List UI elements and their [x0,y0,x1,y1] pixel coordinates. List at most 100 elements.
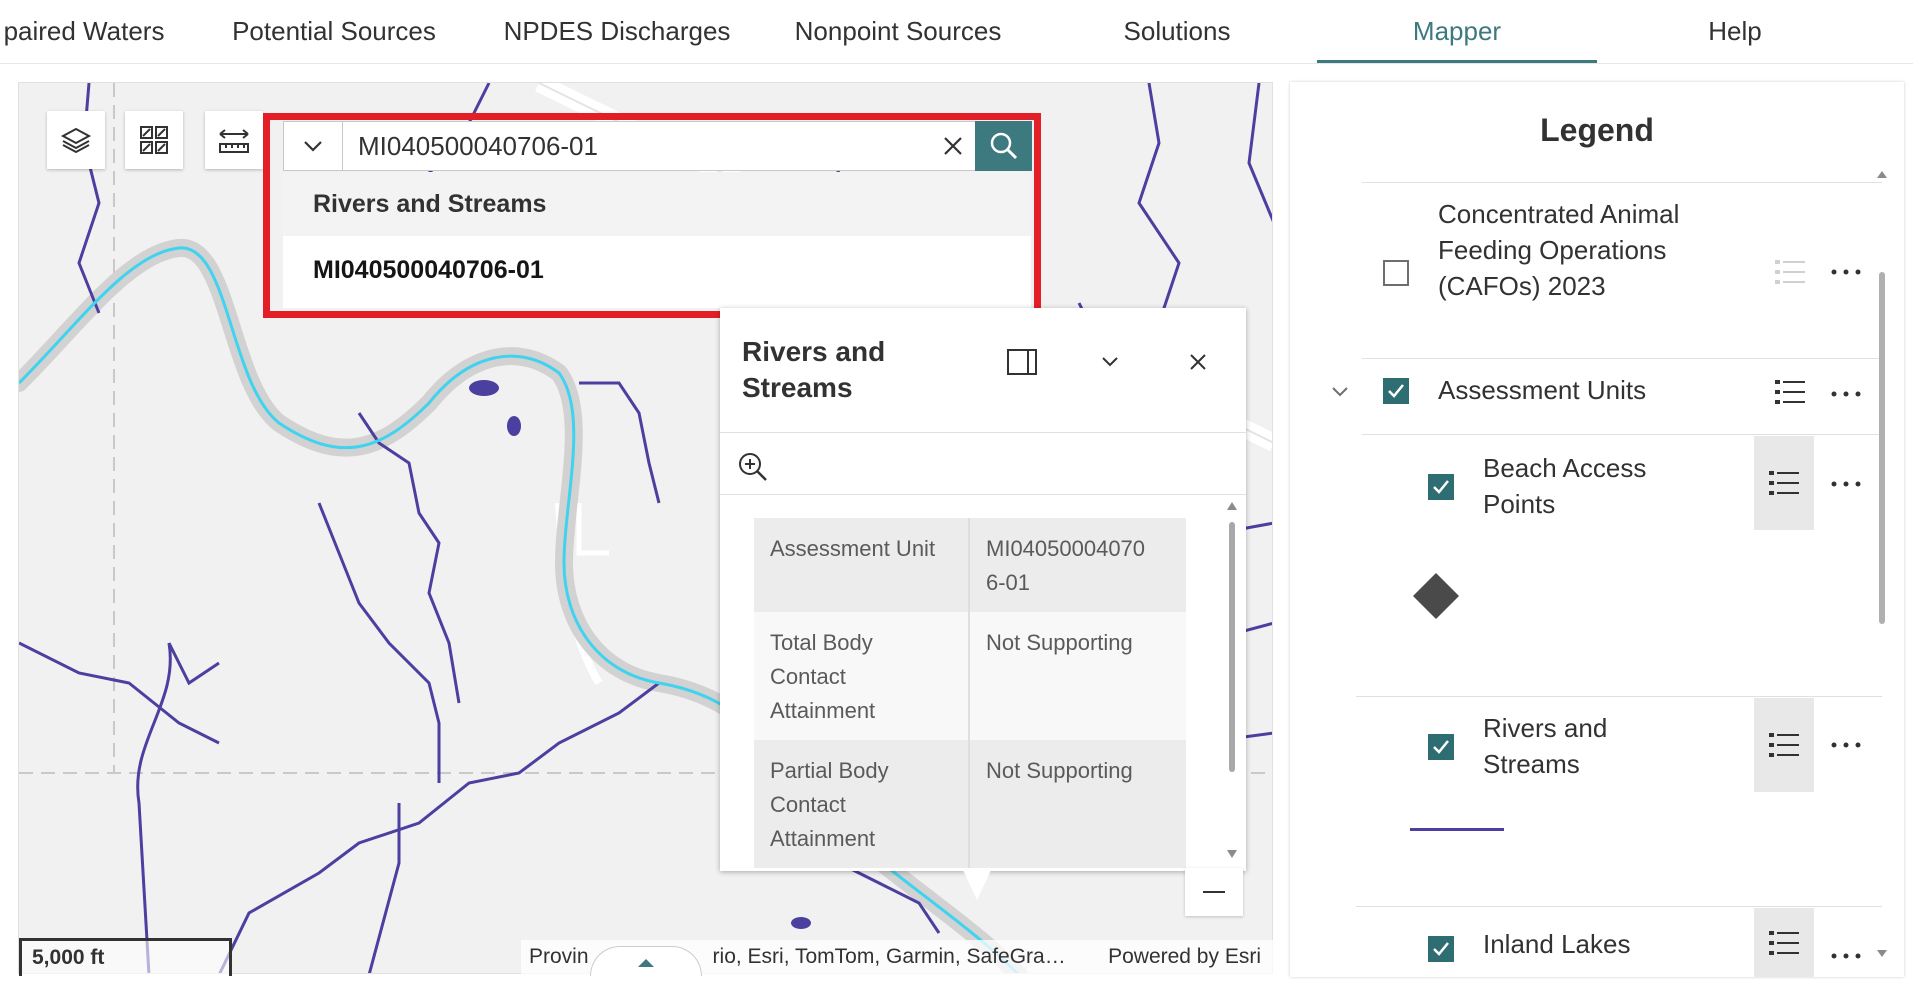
legend-title: Legend [1540,112,1654,148]
zoom-to-button[interactable] [736,450,770,489]
inland-lakes-legend-button[interactable] [1754,908,1814,977]
checkmark-icon [1433,480,1449,494]
popup-scrollbar[interactable] [1227,500,1237,860]
suggestion-group-header: Rivers and Streams [283,172,1031,236]
basemap-gallery-icon [140,126,168,154]
list-icon [1769,733,1799,757]
list-icon [1775,380,1805,404]
attribute-value: MI04050004070 6-01 [969,518,1186,612]
nav-nonpoint-sources[interactable]: Nonpoint Sources [788,0,1008,63]
attribution-text: Provin [529,945,589,968]
popup-close-button[interactable] [1180,344,1216,380]
search-clear-button[interactable] [929,122,977,170]
assessment-units-checkbox[interactable] [1383,378,1409,404]
more-icon [1831,953,1861,959]
beach-access-checkbox[interactable] [1428,474,1454,500]
legend-divider [1362,182,1882,183]
checkmark-icon [1433,942,1449,956]
rivers-checkbox[interactable] [1428,734,1454,760]
layer-label-inland-lakes: Inland Lakes [1483,929,1631,959]
beach-access-more-button[interactable] [1826,466,1866,502]
feature-popup: Rivers and Streams Assessment Unit MI040… [720,308,1246,871]
list-icon [1775,260,1805,284]
legend-divider [1356,906,1882,907]
attribution-text-tail: rio, Esri, TomTom, Garmin, SafeGra… [712,945,1066,968]
list-icon [1769,471,1799,495]
search-widget [283,121,1032,171]
zoom-out-icon [1203,891,1225,893]
nav-solutions[interactable]: Solutions [1070,0,1284,63]
nav-npdes-discharges[interactable]: NPDES Discharges [500,0,734,63]
nav-impaired-waters[interactable]: paired Waters [0,0,168,63]
dock-icon [1007,349,1037,375]
beach-access-legend-button[interactable] [1754,436,1814,530]
powered-by-esri[interactable]: Powered by Esri [1108,940,1261,974]
chevron-down-icon [1332,387,1348,397]
assessment-units-expand[interactable] [1330,382,1350,407]
search-input[interactable] [358,122,918,170]
nav-potential-sources[interactable]: Potential Sources [222,0,446,63]
dock-button[interactable] [1004,344,1040,380]
nav-mapper[interactable]: Mapper [1317,0,1597,63]
measure-icon [219,129,249,153]
search-icon [990,132,1017,160]
rivers-more-button[interactable] [1826,727,1866,763]
attribution-toggle[interactable] [590,946,702,976]
popup-pointer [963,870,991,900]
legend-divider [1356,696,1882,697]
basemap-gallery-button[interactable] [125,111,183,169]
zoom-out-button[interactable] [1185,868,1243,916]
scale-bar: 5,000 ft [19,938,232,976]
cafo-legend-button[interactable] [1760,250,1820,294]
checkmark-icon [1388,384,1404,398]
layer-label-beach-access: Beach Access Points [1483,453,1647,519]
layer-label-cafo: Concentrated Animal Feeding Operations (… [1438,199,1680,301]
popup-divider [720,494,1246,495]
chevron-down-icon [1102,357,1118,367]
search-suggestions: Rivers and Streams MI040500040706-01 [283,172,1031,308]
legend-scrollbar-graphic [1877,171,1887,957]
suggestion-item[interactable]: MI040500040706-01 [283,236,1031,308]
legend-divider [1362,434,1882,435]
search-source-dropdown[interactable] [284,122,343,170]
zoom-to-icon [739,453,767,481]
popup-attribute-table: Assessment Unit MI04050004070 6-01 Total… [754,518,1186,868]
attribute-value: Not Supporting [969,612,1186,740]
table-row: Assessment Unit MI04050004070 6-01 [754,518,1186,612]
cafo-checkbox[interactable] [1383,260,1409,286]
nav-help[interactable]: Help [1660,0,1810,63]
legend-scrollbar[interactable] [1876,170,1888,960]
measure-button[interactable] [205,111,263,169]
collapse-button[interactable] [1092,344,1128,380]
table-row: Partial Body Contact Attainment Not Supp… [754,740,1186,868]
popup-scrollbar-graphic [1227,502,1237,858]
cafo-more-button[interactable] [1826,254,1866,290]
chevron-up-icon [638,958,654,967]
inland-lakes-more-button[interactable] [1826,938,1866,974]
search-submit-button[interactable] [975,121,1032,171]
top-navigation: paired Waters Potential Sources NPDES Di… [0,0,1913,64]
attribute-key: Assessment Unit [754,518,970,612]
list-icon [1769,930,1799,955]
close-icon [944,137,962,155]
rivers-legend-button[interactable] [1754,698,1814,792]
chevron-down-icon [304,141,322,152]
table-row: Total Body Contact Attainment Not Suppor… [754,612,1186,740]
attribute-key: Partial Body Contact Attainment [754,740,970,868]
checkmark-icon [1433,740,1449,754]
layer-label-rivers: Rivers and Streams [1483,713,1608,779]
more-icon [1831,391,1861,397]
rivers-line-symbol [1410,828,1504,831]
more-icon [1831,742,1861,748]
assessment-units-more-button[interactable] [1826,376,1866,412]
diamond-icon [1413,573,1459,619]
inland-lakes-checkbox[interactable] [1428,936,1454,962]
popup-divider [720,432,1246,433]
popup-title: Rivers and Streams [742,336,886,403]
assessment-units-legend-button[interactable] [1760,372,1820,412]
layers-icon [60,127,92,154]
attribute-key: Total Body Contact Attainment [754,612,970,740]
layers-button[interactable] [47,111,105,169]
layer-label-assessment-units: Assessment Units [1438,375,1647,405]
legend-panel: Legend Concentrated Animal Feeding Opera… [1290,82,1904,977]
